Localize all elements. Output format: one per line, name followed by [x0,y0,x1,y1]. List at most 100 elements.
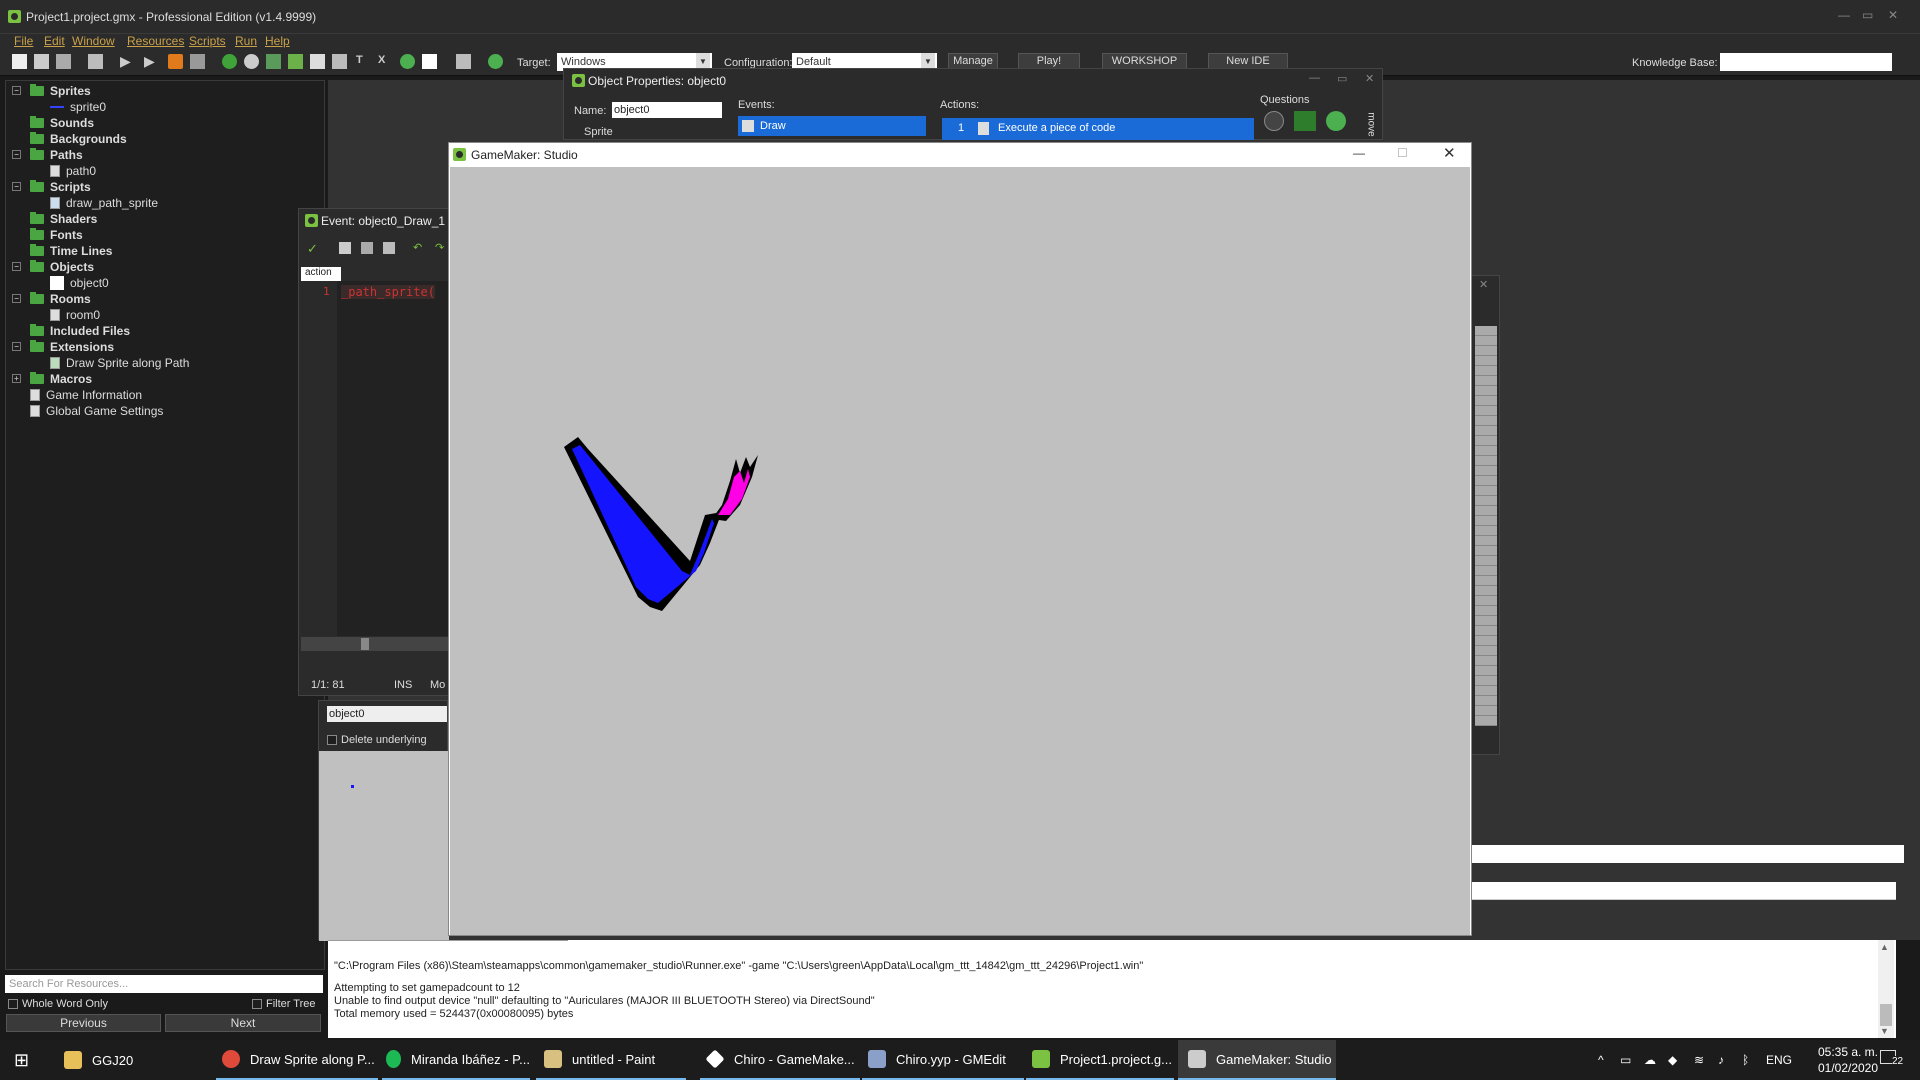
taskbar-item-gmedit[interactable]: Chiro.yyp - GMEdit [862,1040,1024,1080]
tree-object0[interactable]: object0 [50,275,109,291]
taskbar-item-ggj20[interactable]: GGJ20 [60,1040,210,1080]
create-path-icon[interactable] [288,54,303,69]
horizontal-scrollbar[interactable] [301,637,457,651]
open-project-icon[interactable] [34,54,49,69]
create-executable-icon[interactable] [88,54,103,69]
check-icon[interactable] [1326,111,1346,131]
scroll-up-icon[interactable]: ▲ [1880,942,1889,952]
previous-button[interactable]: Previous [6,1014,161,1032]
game-canvas[interactable] [450,167,1470,935]
tree-scripts[interactable]: − Scripts [12,179,91,195]
tree-path0[interactable]: path0 [50,163,96,179]
new-project-icon[interactable] [12,54,27,69]
save-project-icon[interactable] [56,54,71,69]
volume-icon[interactable]: ♪ [1718,1040,1724,1080]
minimize-icon[interactable]: — [1309,72,1320,84]
print-icon[interactable] [383,242,395,254]
taskbar-item-project1[interactable]: Project1.project.g... [1026,1040,1174,1080]
create-room-icon[interactable] [422,54,437,69]
tree-sprite0[interactable]: sprite0 [50,99,106,115]
taskbar-item-chrome[interactable]: Draw Sprite along P... [216,1040,378,1080]
event-draw[interactable]: Draw [738,116,926,136]
menu-scripts[interactable]: Scripts [189,34,226,48]
tree-shaders[interactable]: Shaders [30,211,97,227]
room-preview[interactable] [319,751,449,941]
undo-icon[interactable]: ↶ [413,241,422,254]
menu-edit[interactable]: Edit [44,34,65,48]
scroll-down-icon[interactable]: ▼ [1880,1026,1889,1036]
menu-file[interactable]: File [14,34,33,48]
action-tab[interactable]: action [301,267,341,281]
bluetooth-icon[interactable]: ᛒ [1742,1040,1749,1080]
maximize-icon[interactable]: ▭ [1337,72,1347,85]
scroll-thumb[interactable] [361,638,369,650]
tree-global-settings[interactable]: Global Game Settings [30,403,163,419]
taskbar-item-gamemaker-studio[interactable]: GameMaker: Studio [1178,1040,1336,1080]
maximize-icon[interactable]: ▭ [1862,8,1873,22]
minimize-icon[interactable]: — [1353,146,1365,160]
play-button[interactable]: Play! [1018,53,1080,69]
workshop-button[interactable]: WORKSHOP [1102,53,1187,69]
tree-sprites[interactable]: − Sprites [12,83,91,99]
menu-help[interactable]: Help [265,34,290,48]
ok-check-icon[interactable]: ✓ [307,241,318,257]
tree-timelines[interactable]: Time Lines [30,243,112,259]
knowledge-base-input[interactable] [1720,53,1892,71]
whole-word-checkbox[interactable] [8,999,18,1009]
collapse-icon[interactable]: − [12,182,21,191]
menu-window[interactable]: Window [72,34,115,48]
game-settings-icon[interactable] [456,54,471,69]
save-icon[interactable] [361,242,373,254]
delete-underlying-checkbox[interactable] [327,735,337,745]
clock[interactable]: 05:35 a. m. 01/02/2020 [1808,1044,1888,1076]
clean-icon[interactable] [190,54,205,69]
wifi-icon[interactable]: ≋ [1694,1040,1704,1080]
collapse-icon[interactable]: − [12,294,21,303]
create-font-icon[interactable]: T [356,54,371,69]
room-close-icon[interactable]: ✕ [1479,278,1488,291]
menu-run[interactable]: Run [235,34,257,48]
create-timeline-icon[interactable]: X [378,54,393,69]
action-execute-code[interactable]: 1 Execute a piece of code [942,118,1254,140]
tray-chevron-icon[interactable]: ^ [1598,1040,1604,1080]
close-icon[interactable]: ✕ [1888,8,1898,22]
maximize-icon[interactable]: ☐ [1397,146,1408,160]
taskbar-item-spotify[interactable]: Miranda Ibáñez - P... [382,1040,530,1080]
tree-room0[interactable]: room0 [50,307,100,323]
scroll-thumb[interactable] [1880,1004,1892,1026]
taskbar-item-chiro-gms[interactable]: Chiro - GameMake... [700,1040,860,1080]
debug-icon[interactable]: ▶ [144,54,159,69]
tree-macros[interactable]: + Macros [12,371,92,387]
name-input[interactable]: object0 [612,102,722,118]
expand-icon[interactable]: + [12,374,21,383]
tree-game-information[interactable]: Game Information [30,387,142,403]
help-icon[interactable] [488,54,503,69]
filter-tree-checkbox[interactable] [252,999,262,1009]
room-object-select[interactable]: object0 [327,706,447,722]
open-icon[interactable] [339,242,351,254]
collapse-icon[interactable]: − [12,262,21,271]
battery-icon[interactable]: ▭ [1620,1040,1631,1080]
close-icon[interactable]: ✕ [1443,144,1456,162]
menu-resources[interactable]: Resources [127,34,184,48]
windows-start-icon[interactable]: ⊞ [14,1040,29,1080]
dropbox-icon[interactable]: ◆ [1668,1040,1677,1080]
tree-fonts[interactable]: Fonts [30,227,83,243]
tree-extension0[interactable]: Draw Sprite along Path [50,355,189,371]
manage-button[interactable]: Manage [948,53,998,69]
tree-included-files[interactable]: Included Files [30,323,130,339]
run-icon[interactable]: ▶ [120,54,135,69]
new-ide-button[interactable]: New IDE [1208,53,1288,69]
resource-search-input[interactable]: Search For Resources... [5,975,323,993]
exit-icon[interactable] [1294,111,1316,131]
create-background-icon[interactable] [266,54,281,69]
create-script-icon[interactable] [310,54,325,69]
create-object-icon[interactable] [400,54,415,69]
taskbar-item-paint[interactable]: untitled - Paint [536,1040,686,1080]
create-shader-icon[interactable] [332,54,347,69]
create-sprite-icon[interactable] [222,54,237,69]
collapse-icon[interactable]: − [12,86,21,95]
code-editor[interactable]: 1 _path_sprite( [301,281,457,636]
tree-script0[interactable]: draw_path_sprite [50,195,158,211]
close-icon[interactable]: ✕ [1365,72,1374,85]
